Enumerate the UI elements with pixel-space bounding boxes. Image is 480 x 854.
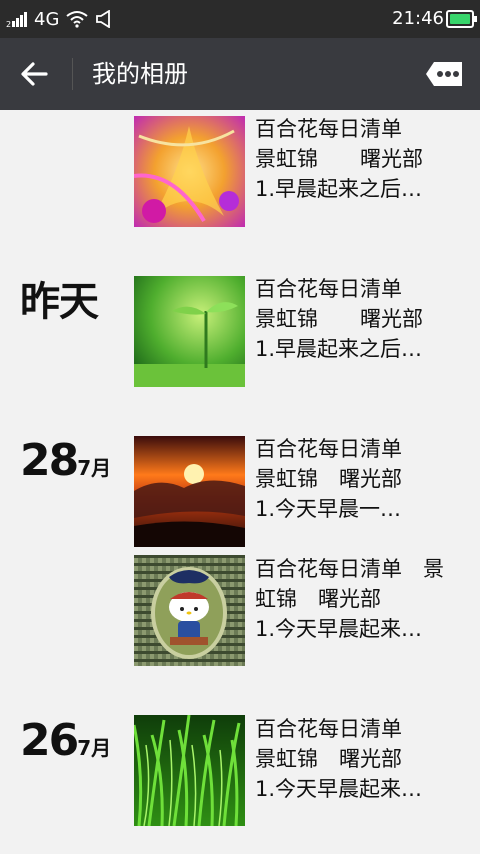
date-month: 7月 (77, 736, 112, 760)
date-label: 昨天 (20, 279, 99, 325)
entry-excerpt: 1.今天早晨起来… (255, 777, 423, 801)
arrow-left-icon (21, 62, 48, 86)
title-divider (72, 58, 73, 90)
date-day: 28 (20, 435, 79, 486)
entry-thumbnail-green-grass (134, 715, 245, 826)
more-button[interactable] (424, 60, 464, 88)
entry-author: 景虹锦 曙光部 (255, 747, 402, 771)
sound-icon (96, 10, 111, 28)
date-label: 287月 (20, 436, 111, 493)
entry-author: 虹锦 曙光部 (255, 587, 381, 611)
entry-author: 景虹锦 曙光部 (255, 467, 402, 491)
entry-thumbnail-green-sprout (134, 276, 245, 387)
battery-icon (446, 10, 477, 28)
entry-excerpt: 1.早晨起来之后… (255, 177, 423, 201)
entry-author: 景虹锦 曙光部 (255, 147, 423, 171)
entry-excerpt: 1.早晨起来之后… (255, 337, 423, 361)
entry-thumbnail-sunset-clouds (134, 436, 245, 547)
date-day: 26 (20, 715, 79, 766)
date-label: 267月 (20, 716, 111, 773)
entry-text: 百合花每日清单 景虹锦 曙光部 1.早晨起来之后… (255, 114, 465, 204)
entry-thumbnail-purple-flower (134, 116, 245, 227)
entry-text: 百合花每日清单 景 虹锦 曙光部 1.今天早晨起来… (255, 554, 465, 644)
status-left: 2 4G (6, 8, 113, 30)
entry-title: 百合花每日清单 (255, 717, 402, 741)
entry-excerpt: 1.今天早晨起来… (255, 617, 423, 641)
entry-title: 百合花每日清单 (255, 277, 402, 301)
entry-author: 景虹锦 曙光部 (255, 307, 423, 331)
title-bar: 我的相册 (0, 38, 480, 110)
page-title: 我的相册 (92, 60, 188, 88)
entry-title: 百合花每日清单 (255, 437, 402, 461)
album-feed[interactable]: 百合花每日清单 景虹锦 曙光部 1.早晨起来之后… 昨天 百合花每日清单 景虹锦… (0, 110, 480, 854)
entry-excerpt: 1.今天早晨一… (255, 497, 402, 521)
entry-text: 百合花每日清单 景虹锦 曙光部 1.今天早晨一… (255, 434, 465, 524)
entry-text: 百合花每日清单 景虹锦 曙光部 1.早晨起来之后… (255, 274, 465, 364)
entry-title: 百合花每日清单 景 (255, 557, 444, 581)
more-icon (426, 62, 462, 86)
status-bar: 2 4G 21:46 (0, 0, 480, 38)
date-month: 7月 (77, 456, 112, 480)
network-type: 4G (34, 8, 60, 30)
entry-title: 百合花每日清单 (255, 117, 402, 141)
back-button[interactable] (18, 56, 58, 92)
entry-text: 百合花每日清单 景虹锦 曙光部 1.今天早晨起来… (255, 714, 465, 804)
wifi-icon (66, 11, 89, 28)
signal-icon: 2 (6, 12, 27, 28)
entry-thumbnail-hello-kitty (134, 555, 245, 666)
svg-text:2: 2 (6, 20, 11, 28)
clock: 21:46 (392, 8, 444, 29)
